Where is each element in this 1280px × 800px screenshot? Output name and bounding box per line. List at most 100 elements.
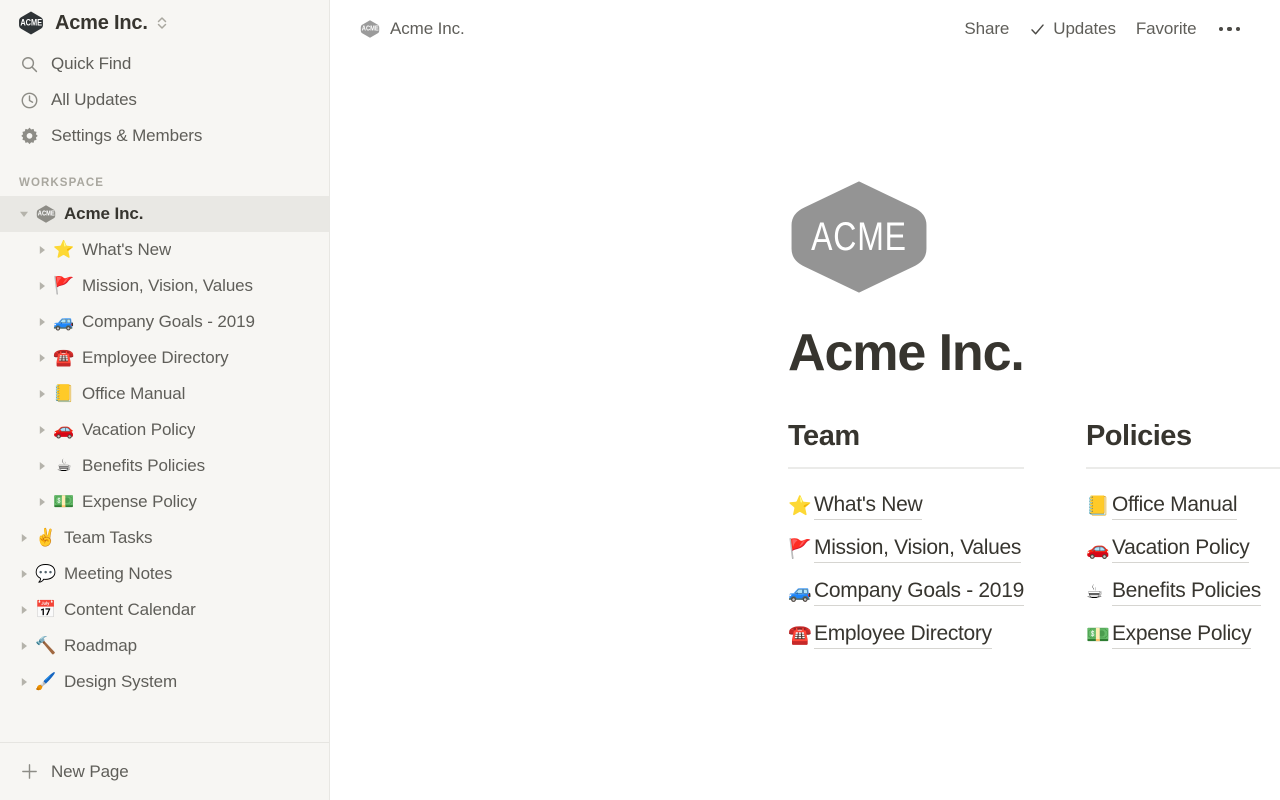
chevron-updown-icon — [156, 14, 168, 32]
sidebar-page-benefits-policies[interactable]: ☕Benefits Policies — [0, 448, 329, 484]
page-emoji-icon: ☕ — [52, 458, 76, 475]
sidebar-page-label: Team Tasks — [64, 528, 152, 548]
page-emoji-icon: ☎️ — [788, 626, 814, 645]
column-policies: Policies📒Office Manual🚗Vacation Policy☕B… — [1086, 420, 1280, 657]
sidebar-page-label: Mission, Vision, Values — [82, 276, 253, 296]
page-emoji-icon: 💵 — [52, 494, 76, 511]
sidebar-item-settings-members[interactable]: Settings & Members — [0, 118, 329, 154]
dot — [1219, 27, 1224, 32]
sidebar-page-employee-directory[interactable]: ☎️Employee Directory — [0, 340, 329, 376]
page-link-label: Office Manual — [1112, 493, 1237, 520]
share-label: Share — [964, 19, 1009, 39]
sidebar-page-company-goals-2019[interactable]: 🚙Company Goals - 2019 — [0, 304, 329, 340]
chevron-right-icon[interactable] — [14, 677, 34, 687]
sidebar-page-team-tasks[interactable]: ✌️ Team Tasks — [0, 520, 329, 556]
dot — [1236, 27, 1241, 32]
page-emoji-icon: 🚩 — [788, 540, 814, 559]
sidebar-page-office-manual[interactable]: 📒Office Manual — [0, 376, 329, 412]
new-page-label: New Page — [51, 762, 129, 782]
sidebar-section-title: WORKSPACE — [0, 170, 329, 196]
chevron-right-icon[interactable] — [32, 389, 52, 399]
page-emoji-icon: 📒 — [1086, 497, 1112, 516]
chevron-right-icon[interactable] — [14, 605, 34, 615]
sidebar-page-acme-inc[interactable]: ACMEAcme Inc. — [0, 196, 329, 232]
chevron-right-icon[interactable] — [32, 497, 52, 507]
page-link-label: Mission, Vision, Values — [814, 536, 1021, 563]
page-link-label: Employee Directory — [814, 622, 992, 649]
chevron-right-icon[interactable] — [14, 641, 34, 651]
topbar: ACME Acme Inc. Share Updates — [330, 0, 1280, 58]
sidebar-page-label: Employee Directory — [82, 348, 229, 368]
gear-icon — [18, 125, 40, 147]
sidebar-page-label: Content Calendar — [64, 600, 196, 620]
page-link-benefits-policies[interactable]: ☕Benefits Policies — [1086, 571, 1280, 614]
sidebar-item-all-updates[interactable]: All Updates — [0, 82, 329, 118]
page-emoji-icon: 💵 — [1086, 626, 1112, 645]
page-emoji-icon: ✌️ — [34, 530, 58, 547]
check-icon — [1029, 21, 1046, 38]
sidebar-page-vacation-policy[interactable]: 🚗Vacation Policy — [0, 412, 329, 448]
dot — [1227, 27, 1232, 32]
ellipsis-icon[interactable] — [1209, 23, 1251, 36]
breadcrumb[interactable]: ACME Acme Inc. — [360, 19, 465, 39]
share-button[interactable]: Share — [954, 15, 1019, 43]
sidebar-item-quick-find[interactable]: Quick Find — [0, 46, 329, 82]
sidebar-page-label: Acme Inc. — [64, 204, 143, 224]
sidebar-scroll-area: ACME Acme Inc. Quick — [0, 0, 329, 742]
sidebar-page-roadmap[interactable]: 🔨Roadmap — [0, 628, 329, 664]
chevron-right-icon[interactable] — [32, 281, 52, 291]
page-link-mission-vision-values[interactable]: 🚩Mission, Vision, Values — [788, 528, 1024, 571]
chevron-right-icon[interactable] — [32, 317, 52, 327]
page-link-label: Vacation Policy — [1112, 536, 1250, 563]
page-emoji-icon: 🚩 — [52, 278, 76, 295]
chevron-down-icon[interactable] — [14, 209, 34, 219]
page-link-company-goals-2019[interactable]: 🚙Company Goals - 2019 — [788, 571, 1024, 614]
page-emoji-icon: 💬 — [34, 566, 58, 583]
workspace-name: Acme Inc. — [55, 12, 148, 35]
page-link-label: Company Goals - 2019 — [814, 579, 1024, 606]
page-link-what-s-new[interactable]: ⭐What's New — [788, 485, 1024, 528]
chevron-right-icon[interactable] — [32, 425, 52, 435]
sidebar-item-label: Settings & Members — [51, 126, 202, 146]
sidebar-page-mission-vision-values[interactable]: 🚩 Mission, Vision, Values — [0, 268, 329, 304]
page-link-vacation-policy[interactable]: 🚗Vacation Policy — [1086, 528, 1280, 571]
chevron-right-icon[interactable] — [14, 533, 34, 543]
sidebar-page-what-s-new[interactable]: ⭐ What's New — [0, 232, 329, 268]
page-link-label: What's New — [814, 493, 922, 520]
sidebar-page-content-calendar[interactable]: 📅 Content Calendar — [0, 592, 329, 628]
updates-button[interactable]: Updates — [1019, 15, 1126, 43]
page-icon[interactable]: ACME — [788, 176, 1280, 303]
page-link-label: Benefits Policies — [1112, 579, 1261, 606]
page-link-expense-policy[interactable]: 💵Expense Policy — [1086, 614, 1280, 657]
topbar-actions: Share Updates Favorite — [954, 15, 1250, 43]
new-page-button[interactable]: New Page — [0, 742, 329, 800]
page-link-office-manual[interactable]: 📒Office Manual — [1086, 485, 1280, 528]
page-emoji-icon: 🔨 — [34, 638, 58, 655]
chevron-right-icon[interactable] — [14, 569, 34, 579]
favorite-button[interactable]: Favorite — [1126, 15, 1207, 43]
workspace-switcher[interactable]: ACME Acme Inc. — [0, 0, 329, 46]
chevron-right-icon[interactable] — [32, 461, 52, 471]
clock-icon — [18, 89, 40, 111]
sidebar-page-label: What's New — [82, 240, 171, 260]
page-emoji-icon: 📅 — [34, 602, 58, 619]
page-link-label: Expense Policy — [1112, 622, 1251, 649]
sidebar-page-design-system[interactable]: 🖌️Design System — [0, 664, 329, 700]
page-emoji-icon: 🚗 — [52, 422, 76, 439]
sidebar-item-label: Quick Find — [51, 54, 131, 74]
column-heading: Team — [788, 420, 1024, 453]
chevron-right-icon[interactable] — [32, 245, 52, 255]
chevron-right-icon[interactable] — [32, 353, 52, 363]
page-body: ACME Acme Inc. Team⭐What's New🚩Mission, … — [330, 58, 1280, 657]
column-team: Team⭐What's New🚩Mission, Vision, Values🚙… — [788, 420, 1024, 657]
divider — [1086, 467, 1280, 469]
sidebar-page-expense-policy[interactable]: 💵Expense Policy — [0, 484, 329, 520]
page-link-employee-directory[interactable]: ☎️Employee Directory — [788, 614, 1024, 657]
page-emoji-icon: ⭐ — [52, 242, 76, 259]
sidebar-page-meeting-notes[interactable]: 💬Meeting Notes — [0, 556, 329, 592]
main-content: ACME Acme Inc. Share Updates — [330, 0, 1280, 800]
column-heading: Policies — [1086, 420, 1280, 453]
page-emoji-icon: 🚙 — [52, 314, 76, 331]
sidebar-page-label: Design System — [64, 672, 177, 692]
page-emoji-icon: ☕ — [1086, 583, 1112, 602]
